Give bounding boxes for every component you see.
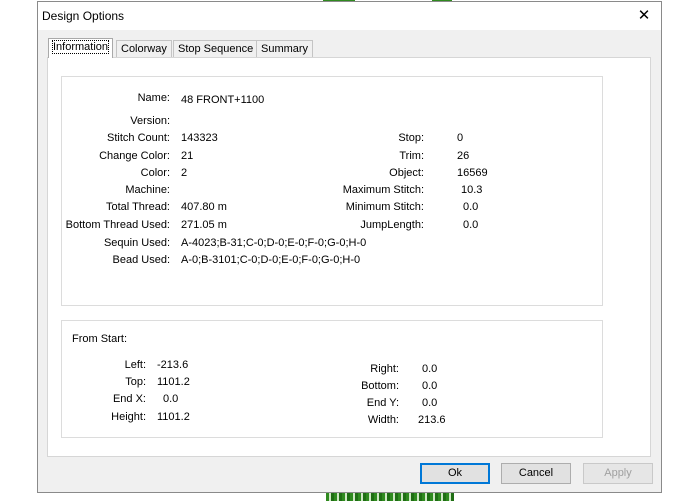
total-thread-label: Total Thread: (105, 201, 170, 213)
trim-value: 26 (457, 150, 470, 162)
top-label: Top: (125, 376, 146, 388)
left-value: -213.6 (157, 359, 189, 371)
right-value: 0.0 (422, 363, 438, 375)
width-value: 213.6 (418, 414, 446, 426)
information-panel: Name: 48 FRONT+1100 Version: Stitch Coun… (47, 57, 651, 457)
object-label: Object: (389, 167, 424, 179)
bottom-value: 0.0 (422, 380, 438, 392)
design-options-dialog: Design Options ✕ Information Colorway St… (37, 1, 662, 493)
dialog-title: Design Options (42, 9, 125, 23)
bead-used-value: A-0;B-3101;C-0;D-0;E-0;F-0;G-0;H-0 (181, 254, 361, 266)
bottom-label: Bottom: (361, 380, 399, 392)
from-start-caption: From Start: (72, 333, 128, 345)
end-y-label: End Y: (366, 397, 399, 409)
width-label: Width: (367, 414, 399, 426)
jump-length-label: JumpLength: (360, 219, 424, 231)
close-icon[interactable]: ✕ (633, 6, 655, 26)
height-label: Height: (111, 411, 146, 423)
minimum-stitch-value: 0.0 (463, 201, 479, 213)
machine-label: Machine: (125, 184, 170, 196)
tab-summary[interactable]: Summary (256, 40, 314, 57)
jump-length-value: 0.0 (463, 219, 479, 231)
height-value: 1101.2 (157, 411, 190, 423)
ok-button[interactable]: Ok (420, 463, 490, 484)
bead-used-label: Bead Used: (112, 254, 170, 266)
change-color-label: Change Color: (99, 150, 170, 162)
end-x-value: 0.0 (163, 393, 179, 405)
maximum-stitch-value: 10.3 (461, 184, 483, 196)
object-value: 16569 (457, 167, 488, 179)
bottom-thread-label: Bottom Thread Used: (65, 219, 170, 231)
tab-stop-sequence[interactable]: Stop Sequence (173, 40, 259, 57)
apply-button[interactable]: Apply (583, 463, 653, 484)
sequin-used-label: Sequin Used: (103, 237, 170, 249)
tab-colorway[interactable]: Colorway (116, 40, 172, 57)
top-value: 1101.2 (157, 376, 190, 388)
stitch-count-value: 143323 (181, 132, 218, 144)
sequin-used-value: A-4023;B-31;C-0;D-0;E-0;F-0;G-0;H-0 (181, 237, 367, 249)
maximum-stitch-label: Maximum Stitch: (342, 184, 424, 196)
title-bar[interactable]: Design Options ✕ (38, 2, 661, 30)
stop-label: Stop: (398, 132, 424, 144)
end-y-value: 0.0 (422, 397, 438, 409)
from-start-group: From Start: Left: -213.6 Top: 1101.2 End… (61, 320, 603, 438)
bottom-thread-value: 271.05 m (181, 219, 227, 231)
change-color-value: 21 (181, 150, 194, 162)
stop-value: 0 (457, 132, 464, 144)
tab-information[interactable]: Information (48, 38, 114, 58)
name-value: 48 FRONT+1100 (181, 94, 265, 106)
design-info-group: Name: 48 FRONT+1100 Version: Stitch Coun… (61, 76, 603, 306)
total-thread-value: 407.80 m (181, 201, 227, 213)
color-label: Color: (140, 167, 170, 179)
right-label: Right: (370, 363, 399, 375)
stitch-count-label: Stitch Count: (107, 132, 170, 144)
end-x-label: End X: (112, 393, 146, 405)
left-label: Left: (124, 359, 146, 371)
minimum-stitch-label: Minimum Stitch: (345, 201, 424, 213)
color-value: 2 (181, 167, 188, 179)
trim-label: Trim: (399, 150, 424, 162)
version-label: Version: (130, 115, 170, 127)
cancel-button[interactable]: Cancel (501, 463, 571, 484)
name-label: Name: (137, 92, 170, 104)
